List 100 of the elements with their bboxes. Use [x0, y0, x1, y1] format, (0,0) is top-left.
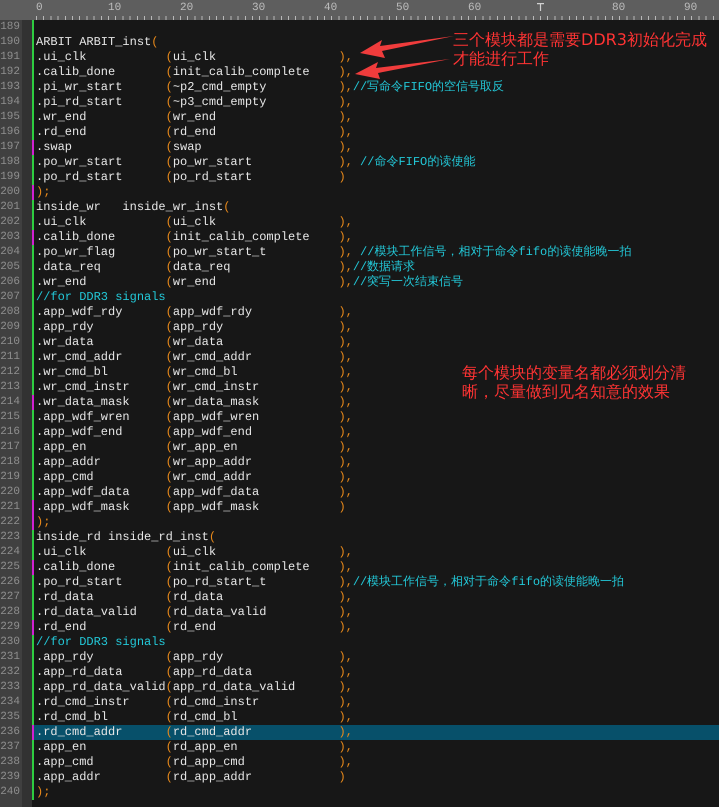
punctuation: (: [166, 275, 173, 290]
signal-name: app_rdy: [172, 650, 224, 665]
port-name: .wr_data_mask: [36, 395, 131, 410]
port-name: .app_en: [36, 440, 88, 455]
punctuation: );: [36, 785, 50, 800]
code-comment: //模块工作信号，相对于命令fifo的读使能晚一拍: [352, 575, 624, 590]
punctuation: ),: [338, 710, 353, 725]
signal-name: wr_app_addr: [172, 455, 254, 470]
line-number: 213: [0, 380, 21, 395]
line-number: 224: [0, 545, 21, 560]
line-number: 195: [0, 110, 21, 125]
punctuation: (: [166, 605, 173, 620]
punctuation: ),: [338, 320, 353, 335]
line-number: 227: [0, 590, 21, 605]
punctuation: (: [166, 695, 173, 710]
port-name: .rd_cmd_instr: [36, 695, 131, 710]
port-name: .app_wdf_wren: [36, 410, 131, 425]
punctuation: (: [166, 575, 173, 590]
punctuation: );: [36, 515, 50, 530]
signal-name: app_wdf_data: [172, 485, 260, 500]
line-number: 206: [0, 275, 21, 290]
signal-name: rd_app_cmd: [172, 755, 246, 770]
line-number: 192: [0, 65, 21, 80]
line-number: 202: [0, 215, 21, 230]
punctuation: (: [166, 545, 173, 560]
punctuation: ),: [338, 470, 353, 485]
punctuation: (: [166, 770, 173, 785]
signal-name: app_rdy: [172, 320, 224, 335]
punctuation: ),: [338, 725, 353, 740]
signal-name: rd_end: [172, 125, 218, 140]
line-number: 222: [0, 515, 21, 530]
signal-name: rd_data: [172, 590, 224, 605]
port-name: .rd_end: [36, 620, 88, 635]
port-name: .wr_end: [36, 110, 88, 125]
signal-name: init_calib_complete: [172, 65, 311, 80]
line-number: 214: [0, 395, 21, 410]
ruler-number: 50: [396, 2, 410, 14]
signal-name: wr_data_mask: [172, 395, 260, 410]
port-name: .po_wr_start: [36, 155, 124, 170]
line-number: 217: [0, 440, 21, 455]
line-number: 235: [0, 710, 21, 725]
punctuation: (: [166, 95, 173, 110]
line-number: 239: [0, 770, 21, 785]
signal-name: rd_data_valid: [172, 605, 268, 620]
port-name: .rd_end: [36, 125, 88, 140]
punctuation: ),: [338, 410, 353, 425]
port-name: .app_wdf_end: [36, 425, 124, 440]
port-name: .data_req: [36, 260, 102, 275]
punctuation: ),: [338, 665, 353, 680]
signal-name: wr_cmd_addr: [172, 470, 254, 485]
annotation-text: 每个模块的变量名都必须划分清: [462, 363, 686, 382]
punctuation: (: [166, 500, 173, 515]
punctuation: (: [166, 140, 173, 155]
punctuation: ),: [338, 215, 353, 230]
punctuation: ),: [338, 230, 353, 245]
punctuation: ),: [338, 155, 353, 170]
punctuation: ),: [338, 740, 353, 755]
signal-name: init_calib_complete: [172, 230, 311, 245]
port-name: .calib_done: [36, 560, 116, 575]
punctuation: (: [166, 155, 173, 170]
port-name: .rd_data: [36, 590, 95, 605]
line-number: 204: [0, 245, 21, 260]
signal-name: app_rd_data_valid: [172, 680, 296, 695]
port-name: .wr_cmd_addr: [36, 350, 124, 365]
line-number: 194: [0, 95, 21, 110]
punctuation: ),: [338, 425, 353, 440]
punctuation: (: [166, 365, 173, 380]
line-number: 193: [0, 80, 21, 95]
punctuation: ),: [338, 50, 353, 65]
line-number: 201: [0, 200, 21, 215]
punctuation: (: [166, 230, 173, 245]
annotation-text: 三个模块都是需要DDR3初始化完成: [453, 30, 707, 49]
ruler-cursor-icon: [537, 3, 544, 11]
punctuation: (: [166, 245, 173, 260]
punctuation: (: [166, 440, 173, 455]
code-comment: //数据请求: [352, 260, 416, 275]
punctuation: (: [166, 665, 173, 680]
line-number: 228: [0, 605, 21, 620]
ruler-number: 80: [612, 2, 626, 14]
punctuation: (: [166, 725, 173, 740]
signal-name: swap: [172, 140, 203, 155]
punctuation: ),: [338, 305, 353, 320]
punctuation: ),: [338, 605, 353, 620]
code-comment: //突写一次结束信号: [352, 275, 464, 290]
port-name: .app_en: [36, 740, 88, 755]
port-name: .wr_cmd_instr: [36, 380, 131, 395]
port-name: .app_addr: [36, 455, 102, 470]
line-number: 230: [0, 635, 21, 650]
port-name: .app_rdy: [36, 320, 95, 335]
line-number: 211: [0, 350, 21, 365]
port-name: .app_rd_data: [36, 665, 124, 680]
punctuation: ),: [338, 95, 353, 110]
punctuation: (: [166, 425, 173, 440]
module-instance: inside_wr inside_wr_inst: [36, 200, 224, 215]
signal-name: app_rd_data: [172, 665, 254, 680]
punctuation: (: [166, 65, 173, 80]
punctuation: ),: [338, 695, 353, 710]
punctuation: ),: [338, 275, 353, 290]
punctuation: (: [166, 395, 173, 410]
port-name: .wr_end: [36, 275, 88, 290]
